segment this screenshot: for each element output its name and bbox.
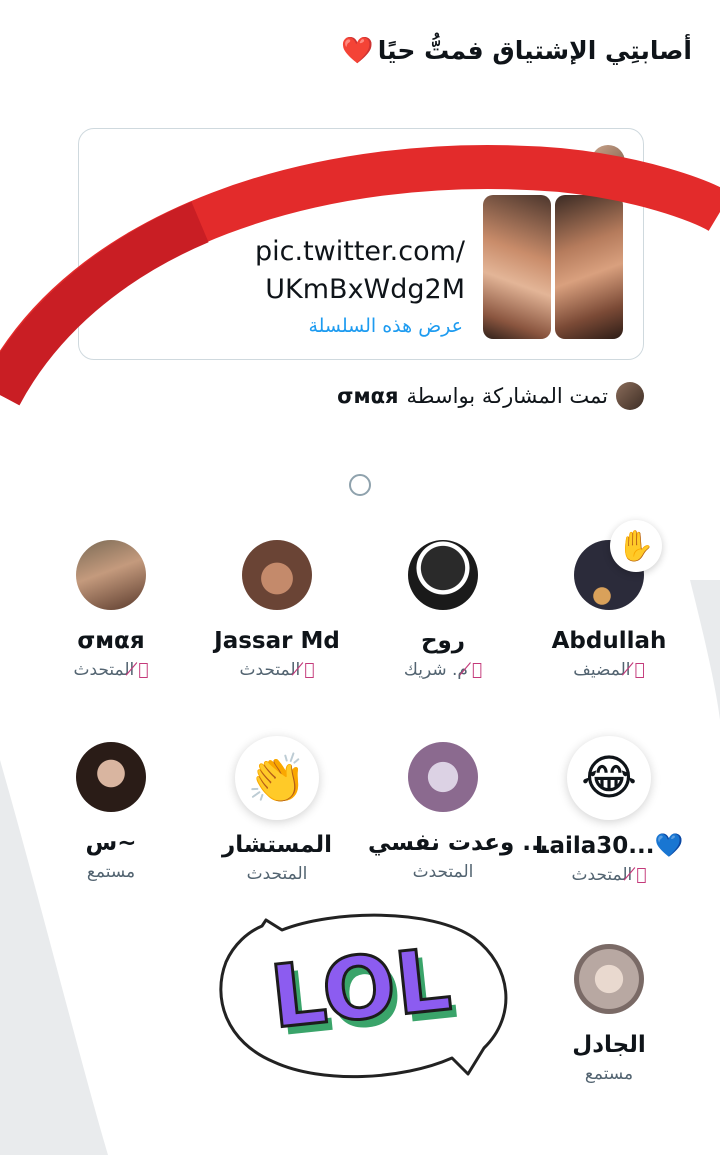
pinned-tweet-card[interactable]: 🥕 @llgixi7 · ١٦٠ مايو pic.twitter.com/ U… — [78, 128, 644, 360]
avatar[interactable] — [408, 540, 478, 610]
show-thread-link[interactable]: عرض هذه السلسلة — [308, 315, 463, 337]
shared-by-label: تمت المشاركة بواسطة — [406, 384, 608, 408]
avatar[interactable] — [242, 540, 312, 610]
avatar[interactable] — [76, 742, 146, 812]
participant-name: المستشار — [221, 832, 332, 858]
participant-name: س~ — [85, 830, 137, 856]
participant-role-label: م. شريك — [403, 660, 468, 680]
participant[interactable]: 😂 Laila30...💙 🎙̸المتحدث — [534, 736, 684, 885]
participant-role: 🎙̸المضيف — [534, 660, 684, 680]
participant-role-label: المتحدث — [239, 660, 301, 680]
laughing-emoji-icon[interactable]: 😂 — [567, 736, 651, 820]
mic-off-icon: 🎙̸ — [471, 660, 483, 680]
mic-off-icon: 🎙̸ — [636, 865, 647, 885]
mic-off-icon: 🎙̸ — [138, 660, 149, 680]
participant-role-label: المتحدث — [73, 660, 135, 680]
participant-role: مستمع — [36, 862, 186, 882]
avatar[interactable] — [574, 944, 644, 1014]
participant-role-label: مستمع — [86, 862, 136, 882]
mic-off-icon: 🎙̸ — [304, 660, 315, 680]
participant-role: 🎙̸م. شريك — [368, 660, 518, 680]
tweet-date: ١٦٠ مايو — [358, 149, 438, 175]
shared-by-row: تمت المشاركة بواسطة σмαя — [337, 382, 644, 410]
participant-role: 🎙̸المتحدث — [36, 660, 186, 680]
mic-off-icon: 🎙̸ — [634, 660, 645, 680]
avatar[interactable]: ✋ — [574, 520, 662, 610]
participant-role: 🎙̸المتحدث — [202, 660, 352, 680]
participant[interactable]: روح 🎙̸م. شريك — [368, 540, 518, 680]
participant-name: وعدت نفسي ... — [368, 830, 549, 856]
participant[interactable]: Jassar Md 🎙̸المتحدث — [202, 540, 352, 680]
tweet-image[interactable] — [483, 195, 551, 339]
participant-name: Jassar Md — [214, 628, 340, 654]
participant[interactable]: ✋ Abdullah 🎙̸المضيف — [534, 520, 684, 680]
participant[interactable]: 👏 المستشار المتحدث — [202, 736, 352, 884]
tweet-text-line: pic.twitter.com/ — [255, 236, 465, 267]
tweet-text[interactable]: pic.twitter.com/ UKmBxWdg2M — [255, 233, 465, 309]
participant-role-label: المضيف — [573, 660, 631, 680]
sharer-avatar[interactable] — [616, 382, 644, 410]
avatar[interactable] — [408, 742, 478, 812]
lol-sticker: LOL LOL — [219, 913, 508, 1079]
participant-role-label: المتحدث — [571, 865, 633, 885]
raised-hand-icon: ✋ — [610, 520, 662, 572]
tweet-author-handle[interactable]: @llgixi7 — [460, 150, 547, 175]
avatar[interactable] — [76, 540, 146, 610]
participant-role: 🎙̸المتحدث — [534, 865, 684, 885]
participant-role-label: المتحدث — [412, 862, 474, 882]
participant[interactable]: الجادل مستمع — [534, 944, 684, 1084]
participant-role-label: مستمع — [584, 1064, 634, 1084]
participant-name: σмαя — [77, 628, 145, 654]
participant[interactable]: σмαя 🎙̸المتحدث — [36, 540, 186, 680]
participant-role: المتحدث — [368, 862, 518, 882]
participant-role: مستمع — [534, 1064, 684, 1084]
participant-name: Abdullah — [551, 628, 667, 654]
tweet-author-avatar[interactable] — [591, 145, 625, 179]
loading-spinner-icon — [349, 474, 371, 496]
space-title-text: أصابتِي الإشتياق فمتُّ حيًا — [377, 36, 692, 65]
svg-text:LOL: LOL — [266, 930, 455, 1048]
carrot-icon: 🥕 — [555, 149, 583, 175]
tweet-header: 🥕 @llgixi7 · ١٦٠ مايو — [359, 145, 625, 179]
tweet-text-line: UKmBxWdg2M — [265, 274, 465, 305]
participant-name: روح — [420, 628, 466, 654]
sharer-name[interactable]: σмαя — [337, 384, 398, 408]
sticker-text: LOL — [266, 930, 455, 1048]
tweet-image[interactable] — [555, 195, 623, 339]
tweet-media[interactable] — [483, 195, 623, 339]
tweet-separator: · — [445, 149, 453, 175]
clapping-hands-icon[interactable]: 👏 — [235, 736, 319, 820]
participant[interactable]: وعدت نفسي ... المتحدث — [368, 742, 549, 882]
participant[interactable]: س~ مستمع — [36, 742, 186, 882]
space-title: أصابتِي الإشتياق فمتُّ حيًا❤️ — [32, 36, 692, 66]
participant-role: المتحدث — [202, 864, 352, 884]
participant-role-label: المتحدث — [246, 864, 308, 884]
heart-icon: ❤️ — [341, 36, 374, 66]
participant-name: الجادل — [572, 1032, 646, 1058]
participant-name: Laila30...💙 — [534, 833, 684, 859]
